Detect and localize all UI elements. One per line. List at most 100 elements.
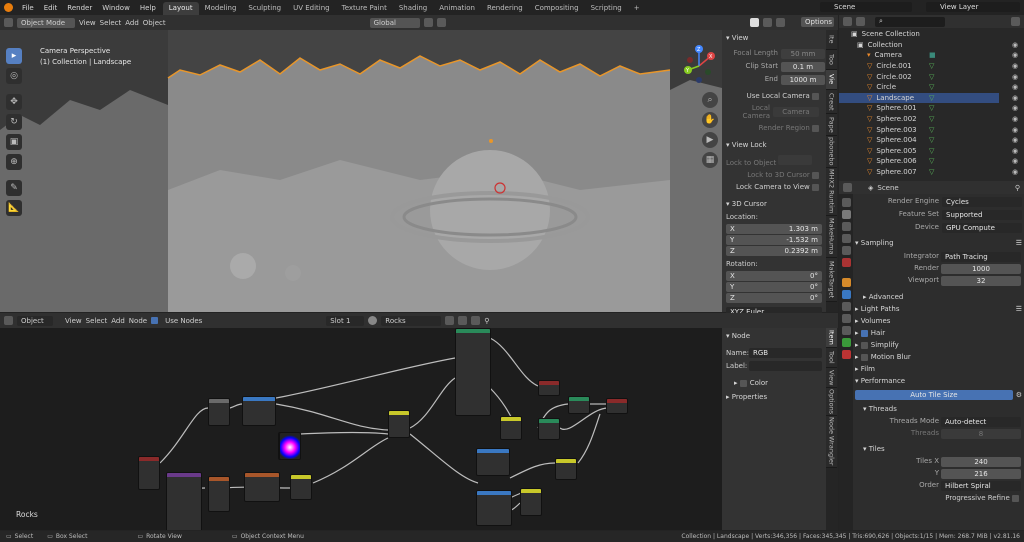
- mode-selector[interactable]: Object Mode: [17, 17, 75, 28]
- mesh-data-icon[interactable]: ▽: [929, 104, 934, 112]
- visibility-eye-icon[interactable]: ◉: [1012, 126, 1018, 134]
- options-button[interactable]: Options: [801, 17, 834, 27]
- shading-rendered-icon[interactable]: [775, 18, 785, 27]
- hair-checkbox[interactable]: [860, 329, 868, 337]
- npanel-tab-item[interactable]: Ite: [826, 30, 837, 50]
- mesh-data-icon[interactable]: ▽: [929, 115, 934, 123]
- use-local-camera-row[interactable]: Use Local Camera: [726, 92, 822, 100]
- device-dropdown[interactable]: GPU Compute: [942, 223, 1022, 233]
- material-sphere-icon[interactable]: [368, 316, 378, 325]
- lock-3d-cursor-checkbox[interactable]: [812, 171, 819, 179]
- cursor-x-field[interactable]: X 1.303 m: [726, 224, 822, 234]
- tab-modeling[interactable]: Modeling: [199, 2, 243, 15]
- render-region-row[interactable]: Render Region: [726, 124, 822, 132]
- menu-file[interactable]: File: [17, 4, 39, 12]
- scene-collection-row[interactable]: ▣ Scene Collection: [839, 29, 999, 40]
- node-label-field[interactable]: [749, 361, 822, 371]
- mesh-data-icon[interactable]: ▽: [929, 83, 934, 91]
- shader-node[interactable]: [476, 490, 512, 526]
- node-tab-view[interactable]: View: [826, 368, 837, 388]
- auto-tile-size-button[interactable]: Auto Tile Size: [855, 390, 1013, 400]
- lock-camera-row[interactable]: Lock Camera to View: [726, 183, 822, 191]
- render-tab-icon[interactable]: [841, 210, 851, 219]
- rotate-tool-icon[interactable]: ↻: [6, 114, 22, 130]
- mesh-data-icon[interactable]: ▽: [929, 168, 934, 176]
- outliner-row[interactable]: ▽ Sphere.006 ▽ ◉: [839, 156, 1018, 167]
- motion-blur-checkbox[interactable]: [860, 353, 868, 361]
- shader-node[interactable]: [388, 410, 410, 438]
- clip-end-field[interactable]: 1000 m: [781, 75, 825, 85]
- view-lock-section-header[interactable]: ▾ View Lock: [726, 139, 822, 151]
- tab-compositing[interactable]: Compositing: [529, 2, 585, 15]
- camera-data-icon[interactable]: ■: [929, 51, 936, 59]
- orientation-selector[interactable]: Global: [369, 17, 420, 28]
- film-section-header[interactable]: ▸ Film: [855, 363, 1022, 375]
- tab-texture-paint[interactable]: Texture Paint: [336, 2, 393, 15]
- outliner-row[interactable]: ▽ Sphere.005 ▽ ◉: [839, 146, 1018, 157]
- lock-3d-cursor-row[interactable]: Lock to 3D Cursor: [726, 171, 822, 179]
- color-checkbox[interactable]: [739, 379, 747, 387]
- blender-logo-icon[interactable]: [4, 3, 13, 12]
- npanel-tab-maketarget[interactable]: MakeTarget: [826, 258, 837, 302]
- cursor-z-field[interactable]: Z 0.2392 m: [726, 246, 822, 256]
- node-section-header[interactable]: ▾ Node: [726, 330, 822, 342]
- fake-user-icon[interactable]: [445, 316, 455, 325]
- shader-node[interactable]: [166, 472, 202, 530]
- mesh-data-icon[interactable]: ▽: [929, 73, 934, 81]
- filter-icon[interactable]: [1011, 17, 1020, 26]
- navigation-gizmo[interactable]: X Y Z: [680, 44, 718, 84]
- settings-gear-icon[interactable]: ⚙: [1016, 391, 1022, 399]
- shader-node[interactable]: [500, 416, 522, 440]
- lock-camera-checkbox[interactable]: [812, 183, 819, 191]
- viewport-menu-select[interactable]: Select: [100, 19, 122, 27]
- feature-set-dropdown[interactable]: Supported: [942, 210, 1022, 220]
- shader-node[interactable]: [138, 456, 160, 490]
- outliner-editor-icon[interactable]: [843, 17, 852, 26]
- threads-count-field[interactable]: 8: [941, 429, 1021, 439]
- light-paths-section-header[interactable]: ▸ Light Paths ☰: [855, 303, 1022, 315]
- move-tool-icon[interactable]: ✥: [6, 94, 22, 110]
- outliner-row[interactable]: ▣ Collection ◉: [839, 40, 1018, 51]
- visibility-eye-icon[interactable]: ◉: [1012, 51, 1018, 59]
- shader-node[interactable]: [290, 474, 312, 500]
- scene-selector[interactable]: Scene: [820, 2, 912, 12]
- threads-mode-dropdown[interactable]: Auto-detect: [941, 417, 1021, 427]
- npanel-tab-makehuman[interactable]: MakeHuma: [826, 216, 837, 258]
- volumes-section-header[interactable]: ▸ Volumes: [855, 315, 1022, 327]
- focal-length-field[interactable]: 50 mm: [781, 49, 825, 59]
- outliner-row[interactable]: ▽ Circle.001 ▽ ◉: [839, 61, 1018, 72]
- cursor-tool-icon[interactable]: ◎: [6, 68, 22, 84]
- unlink-material-icon[interactable]: [471, 316, 481, 325]
- progressive-refine-checkbox[interactable]: [1012, 494, 1019, 502]
- annotate-tool-icon[interactable]: ✎: [6, 180, 22, 196]
- view-layer-tab-icon[interactable]: [841, 234, 851, 243]
- data-tab-icon[interactable]: [841, 338, 851, 347]
- shader-node[interactable]: [208, 476, 230, 512]
- tool-tab-icon[interactable]: [841, 198, 851, 207]
- npanel-tab-pbonebo[interactable]: pbonebo: [826, 136, 837, 168]
- cursor-ry-field[interactable]: Y 0°: [726, 282, 822, 292]
- integrator-dropdown[interactable]: Path Tracing: [941, 252, 1021, 262]
- select-tool-icon[interactable]: ▸: [6, 48, 22, 64]
- object-tab-icon[interactable]: [841, 278, 851, 287]
- mesh-data-icon[interactable]: ▽: [929, 94, 934, 102]
- shading-solid-icon[interactable]: [749, 18, 759, 27]
- editor-type-icon[interactable]: [4, 18, 13, 27]
- local-camera-field[interactable]: Camera: [773, 107, 819, 117]
- list-icon[interactable]: ☰: [1016, 305, 1022, 313]
- transform-tool-icon[interactable]: ⊕: [6, 154, 22, 170]
- view-layer-selector[interactable]: View Layer: [926, 2, 1020, 12]
- mesh-data-icon[interactable]: ▽: [929, 147, 934, 155]
- tab-layout[interactable]: Layout: [162, 2, 199, 15]
- constraints-tab-icon[interactable]: [841, 326, 851, 335]
- ortho-grid-icon[interactable]: ▦: [702, 152, 718, 168]
- color-section-header[interactable]: ▸ Color: [726, 377, 822, 389]
- shader-node[interactable]: [606, 398, 628, 414]
- physics-tab-icon[interactable]: [841, 314, 851, 323]
- node-name-field[interactable]: RGB: [749, 348, 822, 358]
- shader-node[interactable]: [568, 396, 590, 414]
- shading-material-icon[interactable]: [762, 18, 772, 27]
- visibility-eye-icon[interactable]: ◉: [1012, 94, 1018, 102]
- visibility-eye-icon[interactable]: ◉: [1012, 73, 1018, 81]
- tiles-y-field[interactable]: 216: [941, 469, 1021, 479]
